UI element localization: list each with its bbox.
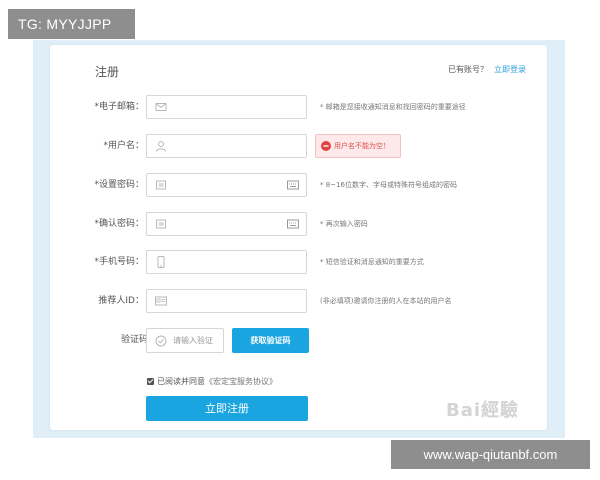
agreement-checkbox[interactable]	[147, 378, 154, 385]
error-icon	[321, 141, 331, 151]
login-link[interactable]: 立即登录	[494, 64, 526, 75]
referrer-hint: (非必填项)邀请你注册的人在本站的用户名	[320, 297, 452, 305]
check-circle-icon	[155, 335, 167, 347]
password-field[interactable]	[146, 173, 307, 197]
password-hint: * 8~16位数字、字母或特殊符号组成的密码	[320, 181, 457, 189]
email-hint: * 邮箱是您接收通知消息和找回密码的重要途径	[320, 103, 466, 111]
agreement-text: 已阅读并同意	[157, 377, 205, 386]
lock-icon	[156, 219, 166, 229]
referrer-label: 推荐人ID：	[98, 296, 144, 306]
confirm-password-label: *确认密码：	[94, 219, 144, 229]
referrer-field[interactable]	[146, 289, 307, 313]
website-watermark: www.wap-qiutanbf.com	[391, 440, 590, 469]
username-label: *用户名：	[103, 141, 144, 151]
captcha-input[interactable]: 请输入验证	[146, 328, 224, 353]
username-error-text: 用户名不能为空！	[334, 142, 390, 150]
lock-icon	[156, 180, 166, 190]
username-error: 用户名不能为空！	[315, 134, 401, 158]
email-label: *电子邮箱：	[94, 102, 144, 112]
keyboard-icon[interactable]	[287, 219, 299, 229]
email-field[interactable]	[146, 95, 307, 119]
tg-contact-badge: TG: MYYJJPP	[8, 9, 135, 39]
confirm-password-hint: * 再次输入密码	[320, 220, 368, 228]
keyboard-icon[interactable]	[287, 180, 299, 190]
phone-icon	[157, 256, 165, 268]
captcha-label: 验证码	[120, 335, 148, 345]
id-card-icon	[155, 296, 167, 306]
password-label: *设置密码：	[94, 180, 144, 190]
phone-field[interactable]	[146, 250, 307, 274]
baidu-watermark: Bai經驗	[446, 400, 520, 421]
phone-hint: * 短信验证和消息通知的重要方式	[320, 258, 424, 266]
user-icon	[156, 141, 166, 152]
confirm-password-field[interactable]	[146, 212, 307, 236]
page-title: 注册	[95, 65, 120, 79]
agreement-row[interactable]: 已阅读并同意《宏定宝服务协议》	[147, 376, 277, 387]
username-field[interactable]	[146, 134, 307, 158]
get-captcha-button[interactable]: 获取验证码	[232, 328, 309, 353]
agreement-link[interactable]: 《宏定宝服务协议》	[205, 377, 277, 386]
login-hint: 已有账号？	[448, 65, 488, 74]
email-icon	[155, 103, 167, 111]
register-submit-button[interactable]: 立即注册	[146, 396, 308, 421]
phone-label: *手机号码：	[94, 257, 144, 267]
captcha-placeholder: 请输入验证	[173, 336, 213, 345]
